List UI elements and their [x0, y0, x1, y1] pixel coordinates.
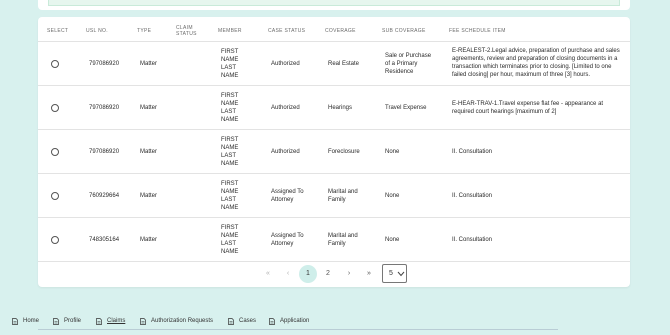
page-size-value: 5	[389, 270, 393, 277]
document-icon	[269, 317, 275, 325]
usl-no-cell: 797086920	[89, 105, 120, 111]
document-icon	[140, 317, 146, 325]
type-cell: Matter	[140, 61, 158, 67]
header-sub-coverage: SUB COVERAGE	[382, 28, 426, 34]
usl-no-cell: 760929664	[89, 193, 120, 199]
header-claim-status: CLAIM STATUS	[176, 25, 197, 37]
sub-coverage-cell: None	[385, 149, 400, 155]
type-cell: Matter	[140, 149, 158, 155]
row-select-radio[interactable]	[51, 236, 59, 244]
table-row[interactable]: 760929664 Matter FIRST NAME LAST NAME As…	[38, 174, 630, 218]
tab-profile[interactable]: Profile	[53, 315, 81, 327]
claims-table-card: SELECT USL NO. TYPE CLAIM STATUS MEMBER …	[38, 17, 630, 287]
tab-authorization-requests[interactable]: Authorization Requests	[140, 315, 213, 327]
sub-coverage-cell: None	[385, 237, 400, 243]
header-type: TYPE	[137, 28, 152, 34]
pagination: « ‹ 1 2 › » 5	[38, 262, 630, 287]
fee-schedule-item-cell: II. Consultation	[452, 237, 493, 243]
coverage-cell: Real Estate	[328, 61, 360, 67]
first-page-button[interactable]: «	[259, 265, 277, 283]
coverage-cell: Marital and Family	[328, 233, 358, 247]
prev-page-button[interactable]: ‹	[279, 265, 297, 283]
coverage-cell: Marital and Family	[328, 189, 358, 203]
case-status-cell: Authorized	[271, 149, 300, 155]
tabs-divider	[38, 329, 558, 330]
case-status-cell: Assigned To Attorney	[271, 233, 304, 247]
coverage-cell: Foreclosure	[328, 149, 360, 155]
header-fee-schedule-item: FEE SCHEDULE ITEM	[449, 28, 506, 34]
document-icon	[96, 317, 102, 325]
table-row[interactable]: 797086920 Matter FIRST NAME LAST NAME Au…	[38, 130, 630, 174]
tab-cases[interactable]: Cases	[228, 315, 256, 327]
table-row[interactable]: 748305164 Matter FIRST NAME LAST NAME As…	[38, 218, 630, 262]
bottom-nav: Home Profile Claims Authorization Reques…	[0, 308, 670, 335]
header-member: MEMBER	[218, 28, 242, 34]
document-icon	[12, 317, 18, 325]
usl-no-cell: 797086920	[89, 149, 120, 155]
table-row[interactable]: 797086920 Matter FIRST NAME LAST NAME Au…	[38, 42, 630, 86]
table-row[interactable]: 797086920 Matter FIRST NAME LAST NAME Au…	[38, 86, 630, 130]
page-size-select[interactable]: 5	[382, 264, 407, 283]
fee-schedule-item-cell: II. Consultation	[452, 149, 493, 155]
tab-profile-label: Profile	[64, 318, 82, 324]
tab-cases-label: Cases	[239, 318, 257, 324]
tab-claims-label: Claims	[107, 318, 126, 324]
usl-no-cell: 748305164	[89, 237, 120, 243]
fee-schedule-item-cell: E-HEAR-TRAV-1.Travel expense flat fee - …	[452, 101, 604, 115]
tab-home-label: Home	[23, 318, 40, 324]
case-status-cell: Authorized	[271, 61, 300, 67]
page-1-button[interactable]: 1	[299, 265, 317, 283]
row-select-radio[interactable]	[51, 60, 59, 68]
tab-home[interactable]: Home	[12, 315, 39, 327]
row-select-radio[interactable]	[51, 148, 59, 156]
sub-coverage-cell: Sale or Purchase of a Primary Residence	[385, 53, 432, 75]
tab-authorization-requests-label: Authorization Requests	[151, 318, 214, 324]
case-status-cell: Authorized	[271, 105, 300, 111]
chevron-down-icon	[397, 271, 405, 277]
member-cell: FIRST NAME LAST NAME	[221, 225, 239, 255]
fee-schedule-item-cell: II. Consultation	[452, 193, 493, 199]
row-select-radio[interactable]	[51, 104, 59, 112]
header-case-status: CASE STATUS	[268, 28, 306, 34]
sub-coverage-cell: None	[385, 193, 400, 199]
member-cell: FIRST NAME LAST NAME	[221, 93, 239, 123]
next-page-button[interactable]: ›	[340, 265, 358, 283]
header-select: SELECT	[47, 28, 69, 34]
tab-application[interactable]: Application	[269, 315, 309, 327]
header-usl-no: USL NO.	[86, 28, 108, 34]
type-cell: Matter	[140, 237, 158, 243]
member-cell: FIRST NAME LAST NAME	[221, 137, 239, 167]
usl-no-cell: 797086920	[89, 61, 120, 67]
row-select-radio[interactable]	[51, 192, 59, 200]
document-icon	[53, 317, 59, 325]
type-cell: Matter	[140, 193, 158, 199]
table-header: SELECT USL NO. TYPE CLAIM STATUS MEMBER …	[38, 17, 630, 42]
coverage-cell: Hearings	[328, 105, 353, 111]
notice-banner-edge	[48, 0, 620, 6]
member-cell: FIRST NAME LAST NAME	[221, 49, 239, 79]
tab-application-label: Application	[280, 318, 310, 324]
document-icon	[228, 317, 234, 325]
page-2-button[interactable]: 2	[319, 265, 337, 283]
previous-panel-edge	[38, 0, 630, 10]
last-page-button[interactable]: »	[360, 265, 378, 283]
fee-schedule-item-cell: E-REALEST-2.Legal advice, preparation of…	[452, 48, 620, 78]
type-cell: Matter	[140, 105, 158, 111]
tab-claims[interactable]: Claims	[96, 315, 125, 327]
case-status-cell: Assigned To Attorney	[271, 189, 304, 203]
header-coverage: COVERAGE	[325, 28, 356, 34]
member-cell: FIRST NAME LAST NAME	[221, 181, 239, 211]
sub-coverage-cell: Travel Expense	[385, 105, 427, 111]
